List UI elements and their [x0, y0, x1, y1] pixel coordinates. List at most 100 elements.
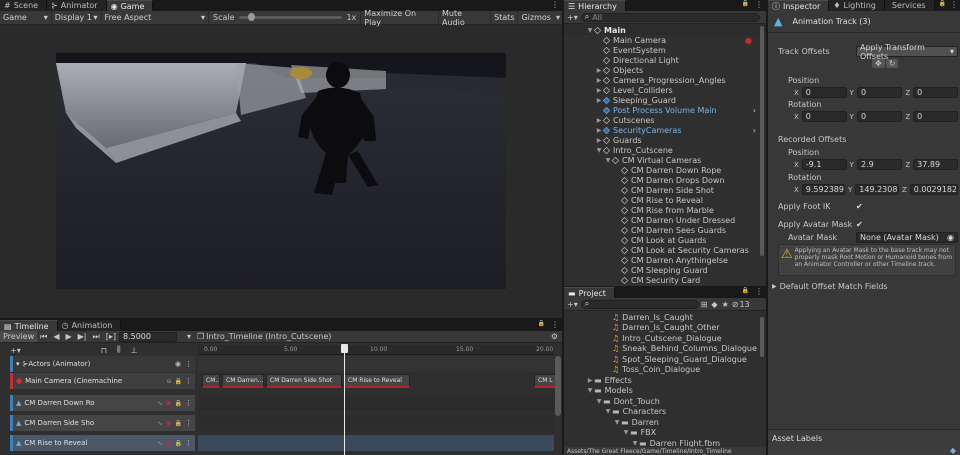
tag-icon[interactable]: ◆ [950, 446, 956, 455]
add-icon[interactable]: +▾ [564, 13, 581, 22]
rotation-x-field[interactable]: 0 [801, 111, 847, 122]
recorded-position-x-field[interactable]: -9.1 [801, 159, 847, 170]
hierarchy-item[interactable]: CM Look at Security Cameras [564, 245, 766, 255]
project-item[interactable]: ♫ Sneak_Behind_Columns_Dialogue [564, 344, 766, 355]
tab-animation[interactable]: ◷ Animation [57, 320, 122, 331]
rotate-tool-icon[interactable]: ↻ [885, 59, 899, 68]
curves-icon[interactable]: ∿ [157, 420, 162, 427]
axis-label[interactable]: Y [848, 186, 852, 194]
tab-timeline[interactable]: ▤ Timeline [0, 320, 58, 331]
project-item[interactable]: ♫ Toss_Coin_Dialogue [564, 365, 766, 376]
hierarchy-item[interactable]: ▼ CM Virtual Cameras [564, 155, 766, 165]
tab-services[interactable]: Services [884, 0, 935, 11]
stats-button[interactable]: Stats [490, 11, 517, 24]
chevron-down-icon[interactable]: ▾ [183, 332, 195, 341]
prev-frame-icon[interactable]: ◀ [50, 332, 62, 341]
tab-lighting[interactable]: ♦ Lighting [829, 0, 885, 11]
lock-icon[interactable]: 🔒 [739, 0, 752, 11]
asset-labels-bar[interactable]: Asset Labels ◆ [768, 429, 960, 455]
axis-label[interactable]: X [794, 161, 799, 169]
hierarchy-item[interactable]: CM Look at Guards [564, 235, 766, 245]
track-cm-darren-side[interactable]: ▲ CM Darren Side Sho ∿ ◉ 🔒 ⋮ [10, 415, 195, 431]
lock-icon[interactable]: 🔒 [739, 287, 752, 298]
position-z-field[interactable]: 0 [913, 87, 959, 98]
collapse-arrow-icon[interactable]: ▶ [586, 377, 594, 384]
lock-icon[interactable]: 🔒 [937, 0, 948, 11]
track-cm-darren-down[interactable]: ▲ CM Darren Down Ro ∿ ◉ 🔒 ⋮ [10, 395, 195, 411]
track-group-actors[interactable]: ▾ ⊱ Actors (Animator) ◉ ⋮ [10, 356, 195, 372]
project-item[interactable]: ♫ Spot_Sleeping_Guard_Dialogue [564, 354, 766, 365]
clip-cm-darren-side-shot[interactable]: CM Darren Side Shot [266, 374, 342, 388]
kebab-menu-icon[interactable]: ⋮ [548, 320, 562, 331]
tab-hierarchy[interactable]: ☰ Hierarchy [564, 0, 626, 11]
axis-label[interactable]: Z [905, 113, 910, 121]
project-item[interactable]: ▶ ▬ Effects [564, 375, 766, 386]
clip-cm-1[interactable]: CM... [202, 374, 220, 388]
hidden-packages-icon[interactable]: ⊘ [731, 300, 740, 309]
game-viewport[interactable] [56, 53, 506, 289]
axis-label[interactable]: Y [850, 89, 854, 97]
recorded-rotation-y-field[interactable]: 149.2308 [855, 184, 899, 195]
hierarchy-scrollbar[interactable] [760, 26, 764, 256]
lock-icon[interactable]: 🔒 [175, 400, 182, 407]
recorded-position-z-field[interactable]: 37.89 [913, 159, 959, 170]
track-cm-rise-to-reveal[interactable]: ▲ CM Rise to Reveal ∿ ◉ 🔒 ⋮ [10, 435, 195, 451]
hierarchy-item[interactable]: CM Darren Sees Guards [564, 225, 766, 235]
move-tool-icon[interactable]: ✥ [872, 59, 885, 68]
project-search-input[interactable]: ⌕ [580, 299, 699, 309]
kebab-menu-icon[interactable]: ⋮ [948, 0, 960, 11]
recorded-position-y-field[interactable]: 2.9 [856, 159, 903, 170]
tab-inspector[interactable]: ⓘ Inspector [768, 0, 830, 11]
pin-icon[interactable]: ⊥ [131, 346, 138, 355]
hierarchy-item[interactable]: ▶ Objects [564, 65, 766, 75]
preview-button[interactable]: Preview [0, 331, 38, 342]
kebab-menu-icon[interactable]: ⋮ [548, 0, 562, 11]
aspect-dropdown[interactable]: Free Aspect ▾ [102, 11, 210, 24]
project-scrollbar[interactable] [760, 317, 764, 357]
kebab-menu-icon[interactable]: ⋮ [752, 0, 766, 11]
clip-cm-l[interactable]: CM L [534, 374, 556, 388]
loop-icon[interactable]: [▸] [103, 332, 119, 341]
hierarchy-item[interactable]: CM Security Card [564, 275, 766, 285]
avatar-mask-field[interactable]: None (Avatar Mask) ◉ [856, 232, 958, 243]
project-item[interactable]: ♫ Intro_Cutscene_Dialogue [564, 333, 766, 344]
apply-avatar-mask-checkbox[interactable]: ✔ [856, 220, 863, 229]
record-icon[interactable]: ◉ [165, 399, 171, 407]
track-offsets-dropdown[interactable]: Apply Transform Offsets ▾ [856, 43, 958, 61]
playhead[interactable] [341, 344, 348, 455]
timeline-asset-breadcrumb[interactable]: Intro_Timeline (Intro_Cutscene) [206, 332, 331, 341]
project-item[interactable]: ♫ Darren_Is_Caught [564, 312, 766, 323]
hierarchy-item[interactable]: CM Rise to Reveal [564, 195, 766, 205]
time-ruler[interactable]: 0.00 5.00 10.00 15.00 20.00 [198, 345, 554, 355]
hierarchy-search-input[interactable]: ⌕ All [580, 12, 760, 22]
playhead-handle[interactable] [341, 344, 348, 353]
record-icon[interactable]: ◉ [165, 419, 171, 427]
recorded-rotation-z-field[interactable]: 0.0029182 [909, 184, 958, 195]
timeline-scrollbar[interactable] [555, 356, 561, 416]
expand-arrow-icon[interactable]: ▼ [631, 440, 639, 447]
tab-game[interactable]: ◉ Game [106, 0, 154, 11]
position-x-field[interactable]: 0 [801, 87, 847, 98]
curves-icon[interactable]: ∿ [157, 400, 162, 407]
project-item[interactable]: ▼ ▬ Darren [564, 417, 766, 428]
expand-arrow-icon[interactable]: ▼ [613, 419, 621, 426]
mute-icon[interactable]: ⊖ [166, 378, 171, 385]
hierarchy-item[interactable]: Main Camera ● [564, 35, 766, 45]
display-mode-dropdown[interactable]: Game ▾ [0, 11, 52, 24]
mute-audio-button[interactable]: Mute Audio [437, 9, 490, 27]
kebab-menu-icon[interactable]: ⋮ [185, 360, 192, 368]
axis-label[interactable]: X [794, 113, 799, 121]
track-lanes[interactable]: CM... CM Darren... CM Darren Side Shot C… [198, 356, 556, 455]
kebab-menu-icon[interactable]: ⋮ [185, 419, 192, 427]
rotation-y-field[interactable]: 0 [856, 111, 903, 122]
clip-cm-darren[interactable]: CM Darren... [222, 374, 264, 388]
hierarchy-item[interactable]: ▶ Camera_Progression_Angles [564, 75, 766, 85]
apply-foot-ik-checkbox[interactable]: ✔ [856, 202, 863, 211]
play-icon[interactable]: ▶ [63, 332, 75, 341]
rotation-z-field[interactable]: 0 [913, 111, 959, 122]
tab-animator[interactable]: ⊱ Animator [47, 0, 107, 11]
hierarchy-item[interactable]: ▶ Level_Colliders [564, 85, 766, 95]
hierarchy-item[interactable]: EventSystem [564, 45, 766, 55]
hierarchy-item[interactable]: ▶ Guards [564, 135, 766, 145]
tab-scene[interactable]: # Scene [0, 0, 48, 11]
